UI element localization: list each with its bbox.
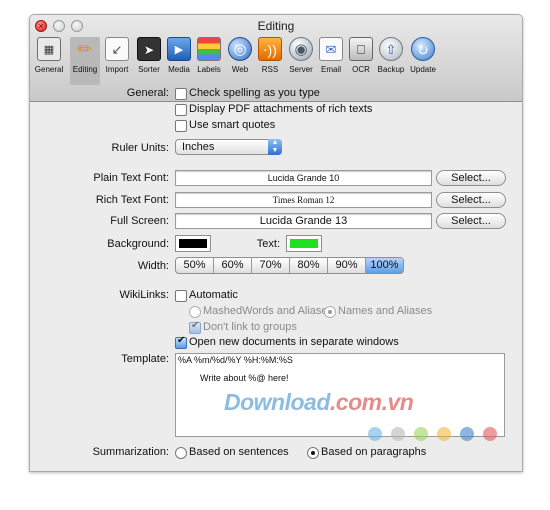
globe-icon: ◎ [228, 37, 252, 61]
watermark-dot-icon [414, 427, 428, 441]
width-option-80[interactable]: 80% [290, 258, 328, 273]
rss-icon: ⋅)) [258, 37, 282, 61]
rich-font-label: Rich Text Font: [95, 194, 169, 206]
watermark-main: Download [224, 389, 330, 415]
toolbar-rss[interactable]: ⋅)) RSS [257, 37, 283, 85]
toolbar-email[interactable]: ✉ Email [318, 37, 344, 85]
window-title: Editing [257, 19, 295, 33]
toolbar-labels[interactable]: Labels [196, 37, 222, 85]
toolbar-general[interactable]: ▦ General [34, 37, 64, 85]
import-icon: ↙ [105, 37, 129, 61]
based-on-paragraphs-label: Based on paragraphs [321, 446, 427, 458]
rich-font-field[interactable]: Times Roman 12 [175, 192, 432, 208]
check-spelling-checkbox[interactable] [175, 88, 187, 100]
smart-quotes-checkbox[interactable] [175, 120, 187, 132]
background-label: Background: [107, 238, 169, 250]
full-screen-font-field[interactable]: Lucida Grande 13 [175, 213, 432, 229]
toolbar-sorter[interactable]: ➤ Sorter [136, 37, 162, 85]
plain-font-label: Plain Text Font: [93, 172, 169, 184]
text-color-well[interactable] [286, 235, 322, 252]
watermark-dot-icon [483, 427, 497, 441]
width-option-90[interactable]: 90% [328, 258, 366, 273]
mashed-words-radio[interactable] [189, 306, 201, 318]
names-aliases-radio[interactable] [324, 306, 336, 318]
summarization-label: Summarization: [92, 446, 169, 458]
rich-font-select-button[interactable]: Select... [436, 192, 506, 208]
plain-font-field[interactable]: Lucida Grande 10 [175, 170, 432, 186]
updown-arrows-icon: ▲ ▼ [268, 139, 282, 155]
text-color-label: Text: [256, 238, 280, 250]
based-on-paragraphs-radio[interactable] [307, 447, 319, 459]
based-on-sentences-label: Based on sentences [189, 446, 289, 458]
background-color-swatch [179, 239, 207, 248]
width-label: Width: [137, 260, 169, 272]
smart-quotes-label: Use smart quotes [189, 119, 276, 131]
automatic-checkbox[interactable] [175, 290, 187, 302]
plain-font-select-button[interactable]: Select... [436, 170, 506, 186]
general-icon: ▦ [37, 37, 61, 61]
media-icon: ▶ [167, 37, 191, 61]
open-new-windows-checkbox[interactable] [175, 335, 187, 349]
toolbar-backup[interactable]: ⇧ Backup [378, 37, 404, 85]
template-line-1: %A %m/%d/%Y %H:%M:%S [178, 355, 293, 365]
general-label: General: [126, 87, 169, 99]
based-on-sentences-radio[interactable] [175, 447, 187, 459]
backup-icon: ⇧ [379, 37, 403, 61]
download-watermark: Download.com.vn [224, 389, 414, 416]
pencil-icon: ✏ [77, 39, 93, 59]
width-option-50[interactable]: 50% [176, 258, 214, 273]
toolbar-editing[interactable]: ✏ Editing [70, 37, 100, 85]
dont-link-groups-checkbox[interactable] [189, 320, 201, 334]
full-screen-select-button[interactable]: Select... [436, 213, 506, 229]
toolbar-update[interactable]: ↻ Update [410, 37, 436, 85]
full-screen-label: Full Screen: [110, 215, 169, 227]
template-label: Template: [121, 353, 169, 365]
check-spelling-label: Check spelling as you type [189, 87, 320, 99]
toolbar-import[interactable]: ↙ Import [104, 37, 130, 85]
watermark-dot-icon [460, 427, 474, 441]
toolbar-update-label: Update [410, 65, 436, 74]
email-icon: ✉ [319, 37, 343, 61]
ocr-icon: ⎕ [349, 37, 373, 61]
dont-link-groups-label: Don't link to groups [203, 321, 297, 333]
background-color-well[interactable] [175, 235, 211, 252]
ruler-units-label: Ruler Units: [111, 142, 169, 154]
toolbar-ocr[interactable]: ⎕ OCR [348, 37, 374, 85]
toolbar-server[interactable]: ◉ Server [286, 37, 316, 85]
toolbar-web[interactable]: ◎ Web [227, 37, 253, 85]
names-aliases-label: Names and Aliases [338, 305, 433, 317]
ruler-units-popup[interactable]: Inches ▲ ▼ [175, 139, 282, 155]
template-line-2: Write about %@ here! [200, 373, 289, 383]
display-pdf-checkbox[interactable] [175, 104, 187, 116]
server-icon: ◉ [289, 37, 313, 61]
width-segmented-control[interactable]: 50% 60% 70% 80% 90% 100% [175, 257, 404, 274]
width-option-60[interactable]: 60% [214, 258, 252, 273]
labels-icon [197, 37, 221, 61]
sorter-icon: ➤ [137, 37, 161, 61]
watermark-dot-icon [437, 427, 451, 441]
toolbar-media[interactable]: ▶ Media [166, 37, 192, 85]
text-color-swatch [290, 239, 318, 248]
wikilinks-label: WikiLinks: [119, 289, 169, 301]
mashed-words-label: MashedWords and Aliases [203, 305, 334, 317]
watermark-dot-icon [368, 427, 382, 441]
watermark-domain: .com.vn [329, 389, 414, 415]
update-icon: ↻ [411, 37, 435, 61]
ruler-units-value: Inches [182, 141, 215, 153]
watermark-dot-icon [391, 427, 405, 441]
display-pdf-label: Display PDF attachments of rich texts [189, 103, 373, 115]
width-option-100[interactable]: 100% [366, 258, 403, 273]
automatic-label: Automatic [189, 289, 238, 301]
open-new-windows-label: Open new documents in separate windows [189, 336, 399, 348]
width-option-70[interactable]: 70% [252, 258, 290, 273]
